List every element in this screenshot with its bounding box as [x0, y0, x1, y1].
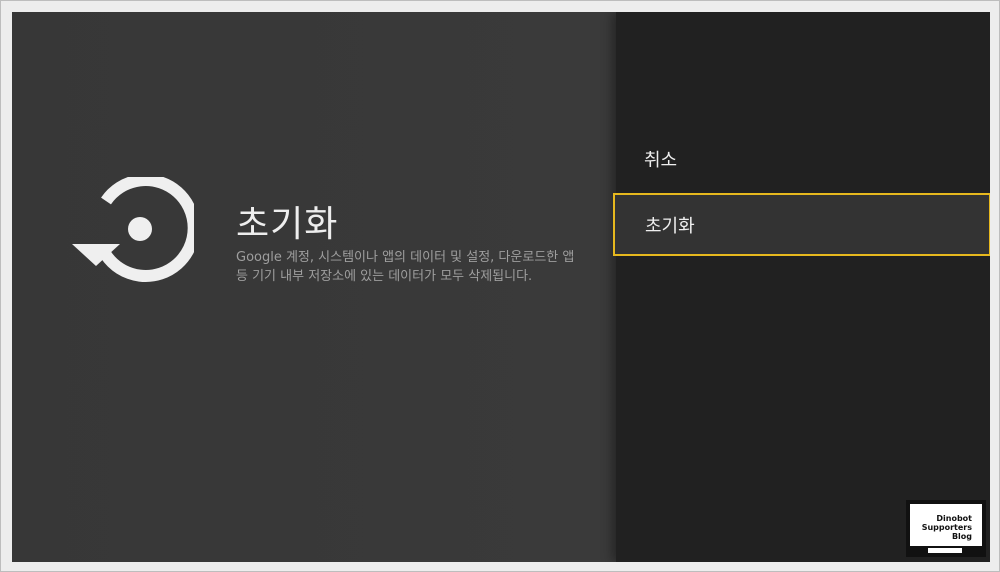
restore-icon	[72, 177, 194, 282]
watermark-line2: Supporters	[921, 523, 972, 532]
reset-button-label: 초기화	[645, 215, 695, 237]
cancel-button-label: 취소	[644, 150, 678, 171]
action-menu: 취소 초기화	[613, 12, 990, 562]
detail-pane: 초기화 Google 계정, 시스템이나 앱의 데이터 및 설정, 다운로드한 …	[12, 12, 616, 562]
watermark-monitor: Dinobot Supporters Blog	[910, 504, 982, 546]
page-description: Google 계정, 시스템이나 앱의 데이터 및 설정, 다운로드한 앱 등 …	[236, 250, 575, 284]
screenshot-frame: 초기화 Google 계정, 시스템이나 앱의 데이터 및 설정, 다운로드한 …	[0, 0, 1000, 572]
page-title: 초기화	[236, 204, 339, 245]
watermark-stand	[928, 548, 962, 553]
reset-button[interactable]: 초기화	[613, 193, 990, 256]
blog-watermark: Dinobot Supporters Blog	[906, 500, 986, 557]
watermark-line3: Blog	[951, 532, 972, 541]
cancel-button[interactable]: 취소	[616, 129, 990, 189]
watermark-line1: Dinobot	[936, 514, 972, 523]
tv-screen: 초기화 Google 계정, 시스템이나 앱의 데이터 및 설정, 다운로드한 …	[12, 12, 990, 562]
watermark-text: Dinobot Supporters Blog	[922, 514, 972, 541]
